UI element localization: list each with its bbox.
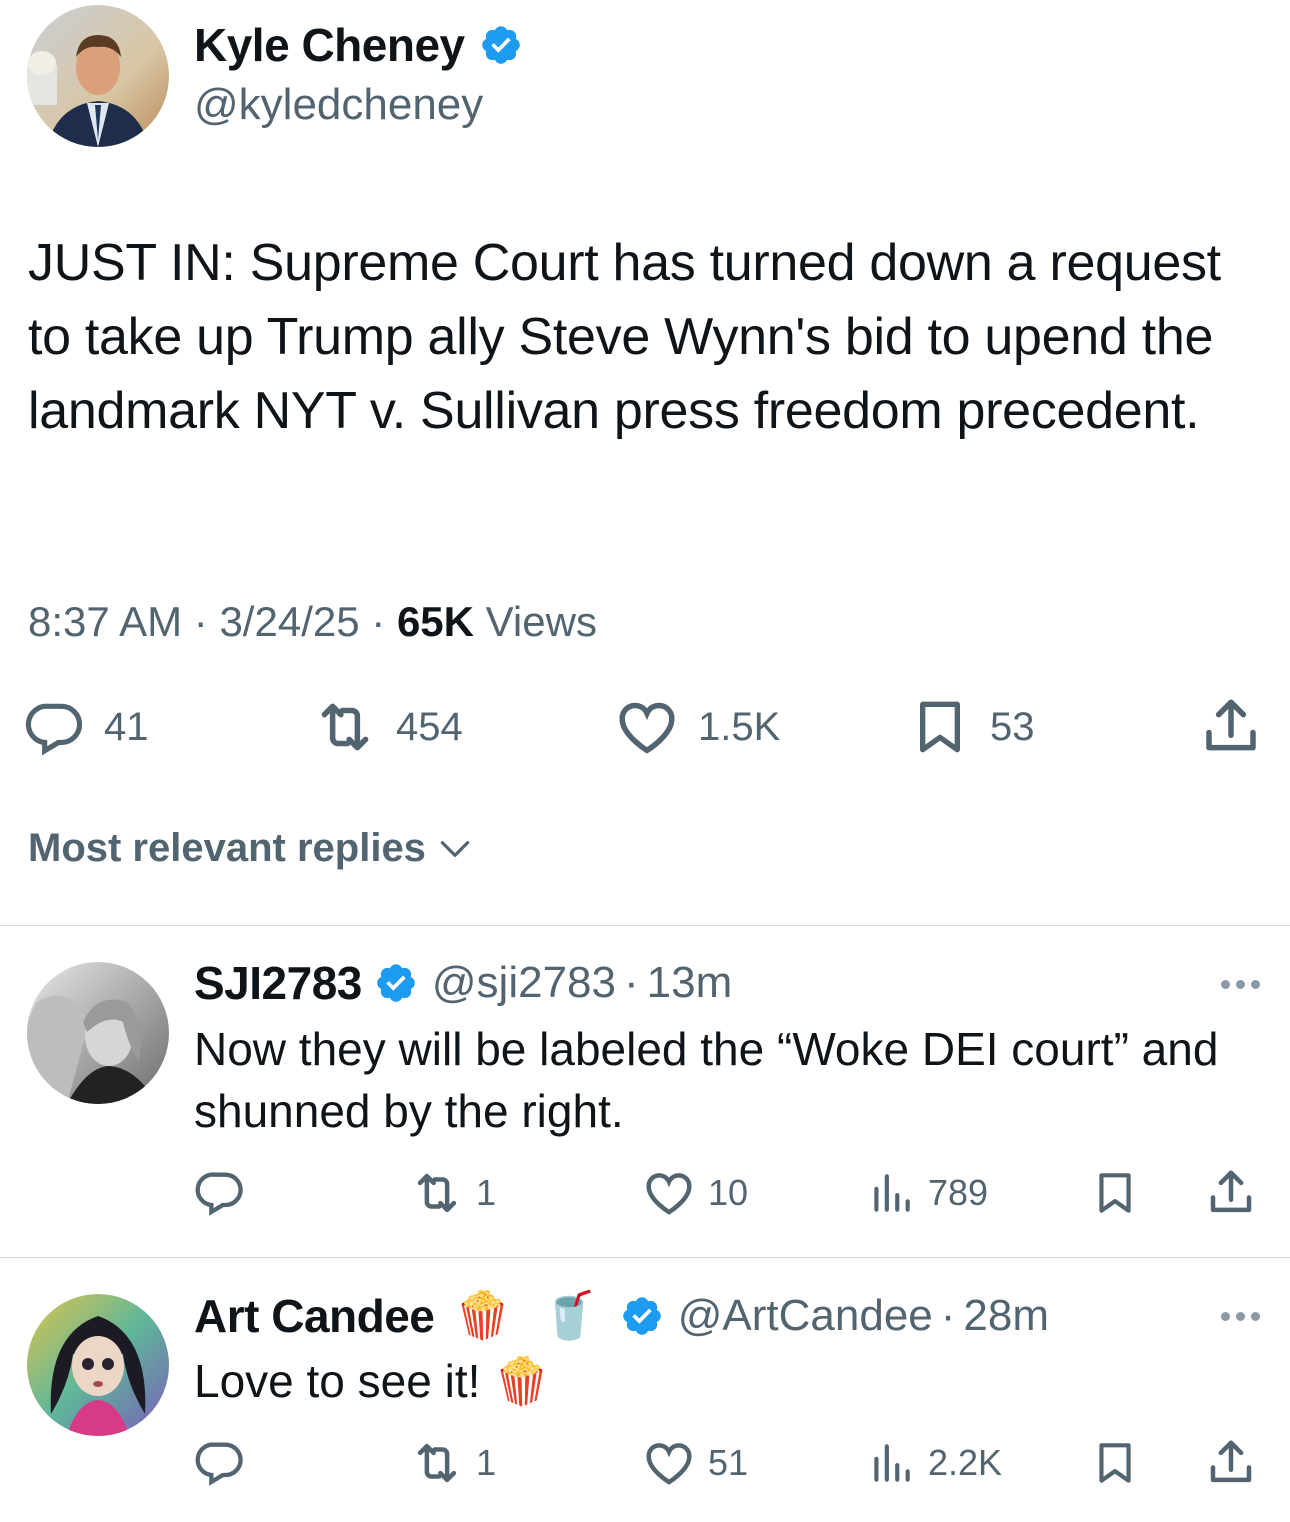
- share-icon: [1204, 1436, 1258, 1490]
- reply-icon: [24, 696, 86, 758]
- reply-author-name[interactable]: SJI2783: [194, 956, 362, 1010]
- bookmark-icon: [908, 694, 972, 760]
- bookmark-button[interactable]: [1090, 1166, 1140, 1220]
- reply-text: Now they will be labeled the “Woke DEI c…: [194, 1023, 1219, 1137]
- like-count: 1.5K: [698, 704, 781, 749]
- repost-icon: [410, 1436, 464, 1490]
- reply-author-handle[interactable]: @sji2783: [432, 958, 616, 1008]
- tweet-date[interactable]: 3/24/25: [219, 598, 359, 645]
- verified-badge-icon: [479, 23, 523, 67]
- share-icon: [1204, 1166, 1258, 1220]
- like-icon: [614, 694, 680, 760]
- repost-button[interactable]: 1: [410, 1166, 496, 1220]
- reply-author-handle[interactable]: @ArtCandee: [678, 1291, 933, 1341]
- author-name[interactable]: Kyle Cheney: [194, 18, 465, 72]
- reply-author-name[interactable]: Art Candee: [194, 1289, 435, 1343]
- meta-separator: ·: [371, 598, 386, 645]
- tweet-meta: 8:37 AM · 3/24/25 · 65K Views: [28, 598, 597, 646]
- tweet-detail-page: Kyle Cheney @kyledcheney JUST IN: Suprem…: [0, 0, 1290, 1522]
- sort-label: Most relevant replies: [28, 826, 426, 870]
- more-icon[interactable]: [1221, 1312, 1260, 1321]
- like-icon: [642, 1166, 696, 1220]
- reply-header: Art Candee 🍿 🥤 @ArtCandee · 28m: [194, 1288, 1049, 1343]
- more-icon[interactable]: [1221, 980, 1260, 989]
- chevron-down-icon: [436, 830, 474, 868]
- meta-separator: ·: [624, 958, 639, 1007]
- bookmark-icon: [1090, 1166, 1140, 1220]
- author-name-row[interactable]: Kyle Cheney: [194, 18, 523, 72]
- views-label: Views: [485, 598, 597, 645]
- repost-icon: [312, 694, 378, 760]
- reply-actions: 1 51 2.2K: [0, 1430, 1290, 1490]
- author-handle[interactable]: @kyledcheney: [194, 80, 483, 130]
- like-button[interactable]: 1.5K: [614, 694, 780, 760]
- like-count: 51: [708, 1442, 749, 1483]
- views-count: 789: [928, 1172, 989, 1213]
- tweet-actions: 41 454 1.5K 53: [0, 690, 1290, 760]
- reply-button[interactable]: 41: [24, 696, 149, 758]
- reply-header: SJI2783 @sji2783 · 13m: [194, 956, 732, 1010]
- like-icon: [642, 1436, 696, 1490]
- reply-age[interactable]: 13m: [647, 958, 733, 1008]
- views-count: 65K: [396, 598, 474, 645]
- verified-badge-icon: [620, 1294, 664, 1338]
- reply-actions: 1 10 789: [0, 1160, 1290, 1220]
- avatar[interactable]: [27, 1294, 169, 1436]
- tweet-text: JUST IN: Supreme Court has turned down a…: [28, 234, 1221, 440]
- verified-badge-icon: [374, 961, 418, 1005]
- share-button[interactable]: [1204, 1436, 1258, 1490]
- share-button[interactable]: [1198, 694, 1264, 760]
- repost-count: 1: [476, 1172, 497, 1213]
- repost-count: 1: [476, 1442, 497, 1483]
- reply-button[interactable]: [194, 1436, 246, 1488]
- views-icon: [866, 1436, 916, 1490]
- like-count: 10: [708, 1172, 749, 1213]
- avatar[interactable]: [27, 962, 169, 1104]
- views-button[interactable]: 789: [866, 1166, 988, 1220]
- bookmark-count: 53: [990, 704, 1035, 749]
- divider: [0, 925, 1290, 926]
- views-count: 2.2K: [928, 1442, 1003, 1483]
- views-icon: [866, 1166, 916, 1220]
- meta-separator: ·: [940, 1290, 956, 1340]
- repost-button[interactable]: 1: [410, 1436, 496, 1490]
- views-button[interactable]: 2.2K: [866, 1436, 1002, 1490]
- divider: [0, 1257, 1290, 1258]
- bookmark-icon: [1090, 1436, 1140, 1490]
- share-icon: [1198, 694, 1264, 760]
- replies-sort-dropdown[interactable]: Most relevant replies: [28, 826, 474, 871]
- reply-icon: [194, 1436, 246, 1488]
- repost-button[interactable]: 454: [312, 694, 463, 760]
- bookmark-button[interactable]: [1090, 1436, 1140, 1490]
- reply-button[interactable]: [194, 1166, 246, 1218]
- repost-icon: [410, 1166, 464, 1220]
- share-button[interactable]: [1204, 1166, 1258, 1220]
- name-emoji: 🍿 🥤: [454, 1289, 606, 1341]
- like-button[interactable]: 51: [642, 1436, 748, 1490]
- bookmark-button[interactable]: 53: [908, 694, 1035, 760]
- reply-count: 41: [104, 704, 149, 749]
- reply-age[interactable]: 28m: [963, 1291, 1049, 1341]
- repost-count: 454: [396, 704, 463, 749]
- meta-separator: ·: [193, 598, 208, 645]
- reply-icon: [194, 1166, 246, 1218]
- like-button[interactable]: 10: [642, 1166, 748, 1220]
- avatar[interactable]: [27, 5, 169, 147]
- reply-text: Love to see it! 🍿: [194, 1355, 551, 1407]
- tweet-time[interactable]: 8:37 AM: [28, 598, 182, 645]
